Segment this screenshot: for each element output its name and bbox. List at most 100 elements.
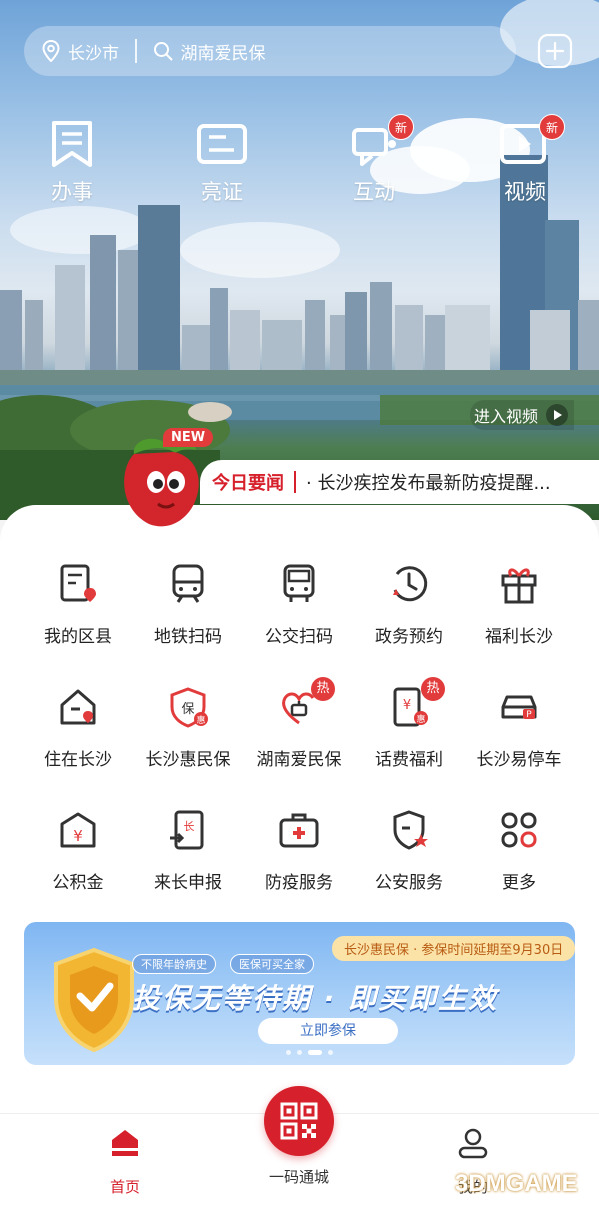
quick-action-hudong[interactable]: 新 互动 [329, 114, 419, 206]
hero-banner: 长沙市 湖南爱民保 办事 亮证 新 互动 新 视频 进入视频 [0, 0, 599, 520]
grid-item-label: 福利长沙 [485, 627, 553, 647]
news-ticker[interactable]: 今日要闻 · 长沙疾控发布最新防疫提醒... [0, 448, 599, 510]
hot-badge: 热 [311, 677, 335, 701]
svg-text:保: 保 [181, 702, 194, 717]
grid-item-label: 地铁扫码 [154, 627, 222, 647]
grid-item-phonebill[interactable]: ¥ 惠 热 话费福利 [354, 677, 464, 770]
carousel-dots [286, 1050, 333, 1055]
svg-text:惠: 惠 [196, 714, 205, 726]
new-badge: 新 [388, 114, 414, 140]
clock-icon [393, 566, 428, 602]
id-card-icon [197, 124, 247, 164]
play-icon [546, 404, 569, 426]
user-icon [458, 1128, 488, 1159]
insurance-shield-icon: 保 惠 [170, 687, 208, 728]
grid-item-label: 来长申报 [154, 873, 222, 893]
carousel-dot[interactable] [328, 1050, 333, 1055]
city-label: 长沙市 [68, 43, 119, 64]
search-icon [153, 42, 172, 61]
grid-item-declare[interactable]: 长 来长申报 [133, 808, 243, 893]
grid-item-label: 更多 [502, 873, 536, 893]
search-placeholder: 湖南爱民保 [180, 43, 266, 64]
grid-item-aiminbao[interactable]: 热 湖南爱民保 [244, 677, 354, 770]
tab-home[interactable]: 首页 [80, 1126, 170, 1197]
grid-item-police[interactable]: 公安服务 [354, 808, 464, 893]
gift-icon [501, 568, 537, 604]
watermark-text: 3DMGAME [455, 1170, 578, 1197]
gold-shield-icon [54, 947, 134, 1053]
grid-item-label: 公交扫码 [265, 627, 333, 647]
grid-item-metro[interactable]: 地铁扫码 [133, 562, 243, 647]
enter-video-button[interactable]: 进入视频 [470, 400, 575, 430]
carousel-dot[interactable] [297, 1050, 302, 1055]
search-divider [135, 39, 137, 63]
svg-text:长: 长 [184, 820, 195, 833]
quick-action-label: 亮证 [201, 180, 243, 204]
news-new-tag: NEW [163, 428, 214, 447]
enroll-now-button[interactable]: 立即参保 [258, 1018, 398, 1044]
carousel-dot-active[interactable] [308, 1050, 322, 1055]
grid-item-live[interactable]: 住在长沙 [23, 685, 133, 770]
more-apps-icon [501, 812, 537, 848]
svg-text:¥: ¥ [73, 827, 83, 845]
qr-code-icon [280, 1102, 318, 1140]
top-search-bar[interactable]: 长沙市 湖南爱民保 [24, 26, 516, 76]
hot-badge: 热 [421, 677, 445, 701]
bus-icon [283, 564, 315, 602]
news-headline[interactable]: · 长沙疾控发布最新防疫提醒... [306, 469, 586, 495]
district-icon [60, 564, 96, 602]
grid-item-huiminbao[interactable]: 保 惠 长沙惠民保 [133, 685, 243, 770]
grid-item-label: 长沙易停车 [476, 750, 562, 770]
quick-action-banshi[interactable]: 办事 [27, 120, 117, 206]
location-pin-icon [42, 40, 60, 62]
grid-item-label: 话费福利 [375, 750, 443, 770]
grid-item-label: 防疫服务 [265, 873, 333, 893]
police-shield-icon [393, 810, 428, 850]
news-separator [294, 471, 296, 493]
svg-text:惠: 惠 [416, 713, 425, 725]
quick-action-shipin[interactable]: 新 视频 [480, 114, 570, 206]
grid-item-fund[interactable]: ¥ 公积金 [23, 808, 133, 893]
quick-action-label: 视频 [504, 180, 546, 204]
banner-top-tag: 长沙惠民保 · 参保时间延期至9月30日 [332, 936, 575, 961]
quick-action-label: 互动 [353, 180, 395, 204]
grid-item-appointment[interactable]: 政务预约 [354, 562, 464, 647]
add-plus-icon[interactable] [537, 33, 573, 69]
promo-banner[interactable]: 长沙惠民保 · 参保时间延期至9月30日 不限年龄病史 医保可买全家 投保无等待… [24, 922, 575, 1065]
car-icon: P [501, 695, 537, 720]
home-icon [112, 1130, 138, 1156]
medical-kit-icon [279, 813, 319, 848]
grid-item-district[interactable]: 我的区县 [23, 562, 133, 647]
grid-item-label: 我的区县 [44, 627, 112, 647]
banner-headline: 投保无等待期 · 即买即生效 [132, 982, 499, 1015]
carousel-dot[interactable] [286, 1050, 291, 1055]
city-selector[interactable]: 长沙市 [24, 39, 119, 64]
house-icon [60, 689, 96, 725]
metro-icon [172, 564, 204, 603]
city-skyline-image [0, 0, 599, 520]
new-badge: 新 [539, 114, 565, 140]
grid-item-label: 公积金 [52, 873, 104, 893]
search-input[interactable]: 湖南爱民保 [153, 39, 266, 64]
grid-item-epidemic[interactable]: 防疫服务 [244, 808, 354, 893]
grid-item-more[interactable]: 更多 [464, 808, 574, 893]
grid-item-parking[interactable]: P 长沙易停车 [464, 685, 574, 770]
bookmark-icon [52, 121, 92, 167]
grid-item-label: 住在长沙 [44, 750, 112, 770]
grid-item-bus[interactable]: 公交扫码 [244, 562, 354, 647]
grid-item-label: 公安服务 [375, 873, 443, 893]
banner-chip-family: 医保可买全家 [230, 954, 314, 974]
grid-item-label: 湖南爱民保 [256, 750, 342, 770]
enter-video-label: 进入视频 [474, 407, 539, 426]
svg-text:P: P [526, 710, 532, 720]
quick-action-liangzheng[interactable]: 亮证 [177, 120, 267, 206]
grid-item-welfare[interactable]: 福利长沙 [464, 562, 574, 647]
svg-text:¥: ¥ [403, 698, 411, 713]
tab-home-label: 首页 [109, 1178, 140, 1196]
quick-action-label: 办事 [51, 180, 93, 204]
grid-item-label: 政务预约 [375, 627, 443, 647]
fund-icon: ¥ [60, 812, 96, 848]
grid-item-label: 长沙惠民保 [145, 750, 231, 770]
qr-code-label: 一码通城 [268, 1168, 329, 1186]
qr-code-button[interactable] [264, 1086, 334, 1156]
